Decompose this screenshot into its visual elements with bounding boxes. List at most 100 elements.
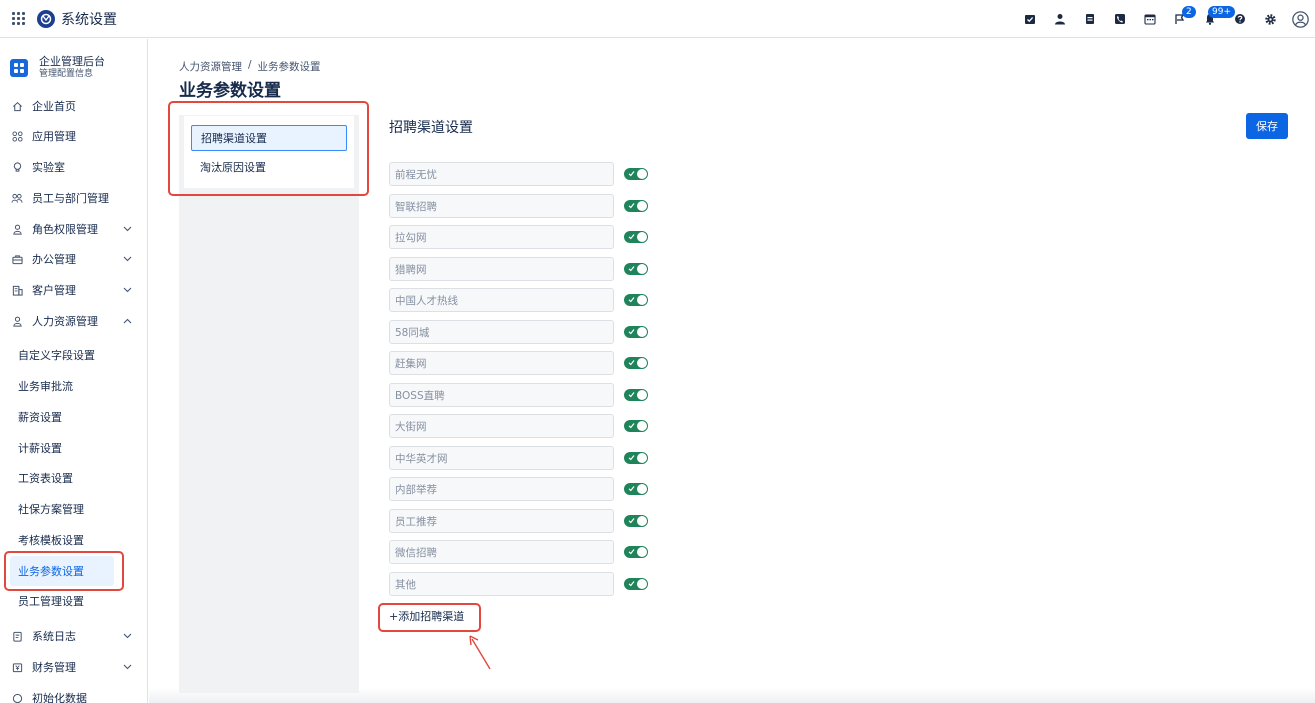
check-icon <box>628 392 635 398</box>
settings-gear-icon[interactable] <box>1255 0 1285 38</box>
notifications-icon[interactable]: 99+ <box>1195 0 1235 38</box>
section-title: 招聘渠道设置 <box>389 120 473 136</box>
sidebar-subitem-payslip[interactable]: 工资表设置 <box>10 463 114 493</box>
sidebar-subitem-approval-flow[interactable]: 业务审批流 <box>10 371 114 401</box>
add-channel-link[interactable]: +添加招聘渠道 <box>389 608 464 624</box>
sidebar-item-roles-permissions[interactable]: 角色权限管理 <box>0 214 147 244</box>
channel-enabled-toggle[interactable] <box>624 357 648 369</box>
channel-name-field[interactable] <box>389 383 614 407</box>
channel-enabled-toggle[interactable] <box>624 546 648 558</box>
home-icon <box>11 100 23 112</box>
sidebar-item-label: 财务管理 <box>32 661 76 674</box>
channel-enabled-toggle[interactable] <box>624 168 648 180</box>
org-header[interactable]: 企业管理后台 管理配置信息 <box>10 55 105 80</box>
page-title: 业务参数设置 <box>179 81 281 101</box>
sidebar-item-hr[interactable]: 人力资源管理 <box>0 306 147 336</box>
sidebar-subitem-label: 社保方案管理 <box>18 503 84 516</box>
tasks-icon[interactable] <box>1015 0 1045 38</box>
save-button[interactable]: 保存 <box>1246 113 1288 139</box>
user-icon[interactable] <box>1045 0 1075 38</box>
channel-enabled-toggle[interactable] <box>624 578 648 590</box>
people-icon <box>11 192 23 204</box>
person-icon <box>11 315 23 327</box>
sidebar-item-office[interactable]: 办公管理 <box>0 244 147 274</box>
sidebar-subitem-social-insurance[interactable]: 社保方案管理 <box>10 494 114 524</box>
sidebar-subitem-label: 业务参数设置 <box>18 565 84 578</box>
sidebar-subitem-appraisal-templates[interactable]: 考核模板设置 <box>10 525 114 555</box>
breadcrumb-parent-link[interactable]: 人力资源管理 <box>179 59 242 74</box>
help-icon[interactable] <box>1225 0 1255 38</box>
channel-enabled-toggle[interactable] <box>624 231 648 243</box>
sidebar-subitem-label: 计薪设置 <box>18 442 62 455</box>
chevron-down-icon <box>122 285 132 295</box>
toggle-knob <box>637 295 647 305</box>
sidebar-subitem-label: 业务审批流 <box>18 380 73 393</box>
person-icon <box>11 223 23 235</box>
channel-enabled-toggle[interactable] <box>624 326 648 338</box>
sidebar-item-finance[interactable]: 财务管理 <box>0 652 147 682</box>
account-avatar-icon[interactable] <box>1285 0 1315 38</box>
channel-enabled-toggle[interactable] <box>624 263 648 275</box>
sidebar-subitem-business-params[interactable]: 业务参数设置 <box>10 556 114 586</box>
sidebar-item-staff-departments[interactable]: 员工与部门管理 <box>0 183 147 213</box>
sidebar-item-home[interactable]: 企业首页 <box>0 91 147 121</box>
channel-name-field[interactable] <box>389 540 614 564</box>
channel-enabled-toggle[interactable] <box>624 452 648 464</box>
sidebar-subitem-payroll-calc[interactable]: 计薪设置 <box>10 433 114 463</box>
channel-row <box>389 540 659 564</box>
channel-row <box>389 509 659 533</box>
channel-name-field[interactable] <box>389 162 614 186</box>
sidebar-item-system-log[interactable]: 系统日志 <box>0 621 147 651</box>
channel-row <box>389 288 659 312</box>
phone-icon[interactable] <box>1105 0 1135 38</box>
channel-row <box>389 320 659 344</box>
channel-name-field[interactable] <box>389 194 614 218</box>
channel-row <box>389 383 659 407</box>
sidebar-item-customers[interactable]: 客户管理 <box>0 275 147 305</box>
channel-name-field[interactable] <box>389 257 614 281</box>
toggle-knob <box>637 232 647 242</box>
toggle-knob <box>637 421 647 431</box>
sidebar-subitem-custom-fields[interactable]: 自定义字段设置 <box>10 340 114 370</box>
flag-icon[interactable]: 2 <box>1165 0 1196 38</box>
check-icon <box>628 203 635 209</box>
channel-enabled-toggle[interactable] <box>624 294 648 306</box>
channel-name-field[interactable] <box>389 351 614 375</box>
channel-name-field[interactable] <box>389 446 614 470</box>
sidebar-item-apps[interactable]: 应用管理 <box>0 121 147 151</box>
channel-name-field[interactable] <box>389 320 614 344</box>
calendar-icon[interactable] <box>1135 0 1165 38</box>
channel-enabled-toggle[interactable] <box>624 483 648 495</box>
data-icon <box>11 692 23 703</box>
channel-enabled-toggle[interactable] <box>624 515 648 527</box>
channel-name-field[interactable] <box>389 414 614 438</box>
sidebar-subitem-salary-settings[interactable]: 薪资设置 <box>10 402 114 432</box>
log-icon <box>11 630 23 642</box>
channel-row <box>389 477 659 501</box>
channel-name-field[interactable] <box>389 572 614 596</box>
channel-enabled-toggle[interactable] <box>624 420 648 432</box>
chevron-down-icon <box>122 224 132 234</box>
category-elimination-reasons[interactable]: 淘汰原因设置 <box>191 154 347 180</box>
sidebar-item-label: 人力资源管理 <box>32 315 98 328</box>
channel-name-field[interactable] <box>389 477 614 501</box>
sidebar-item-lab[interactable]: 实验室 <box>0 152 147 182</box>
category-recruitment-channels[interactable]: 招聘渠道设置 <box>191 125 347 151</box>
channel-enabled-toggle[interactable] <box>624 200 648 212</box>
sidebar-subitem-employee-management[interactable]: 员工管理设置 <box>10 586 114 616</box>
channel-enabled-toggle[interactable] <box>624 389 648 401</box>
check-icon <box>628 423 635 429</box>
channel-name-field[interactable] <box>389 288 614 312</box>
sidebar-subitem-label: 薪资设置 <box>18 411 62 424</box>
bottom-shadow <box>149 688 1315 703</box>
sidebar-item-label: 办公管理 <box>32 253 76 266</box>
check-icon <box>628 266 635 272</box>
breadcrumb-separator: / <box>248 59 252 71</box>
channel-name-field[interactable] <box>389 509 614 533</box>
check-icon <box>628 455 635 461</box>
document-icon[interactable] <box>1075 0 1105 38</box>
app-title: 系统设置 <box>61 11 117 28</box>
sidebar-item-init-data[interactable]: 初始化数据 <box>0 683 147 703</box>
channel-name-field[interactable] <box>389 225 614 249</box>
app-switcher-icon[interactable] <box>12 11 26 26</box>
